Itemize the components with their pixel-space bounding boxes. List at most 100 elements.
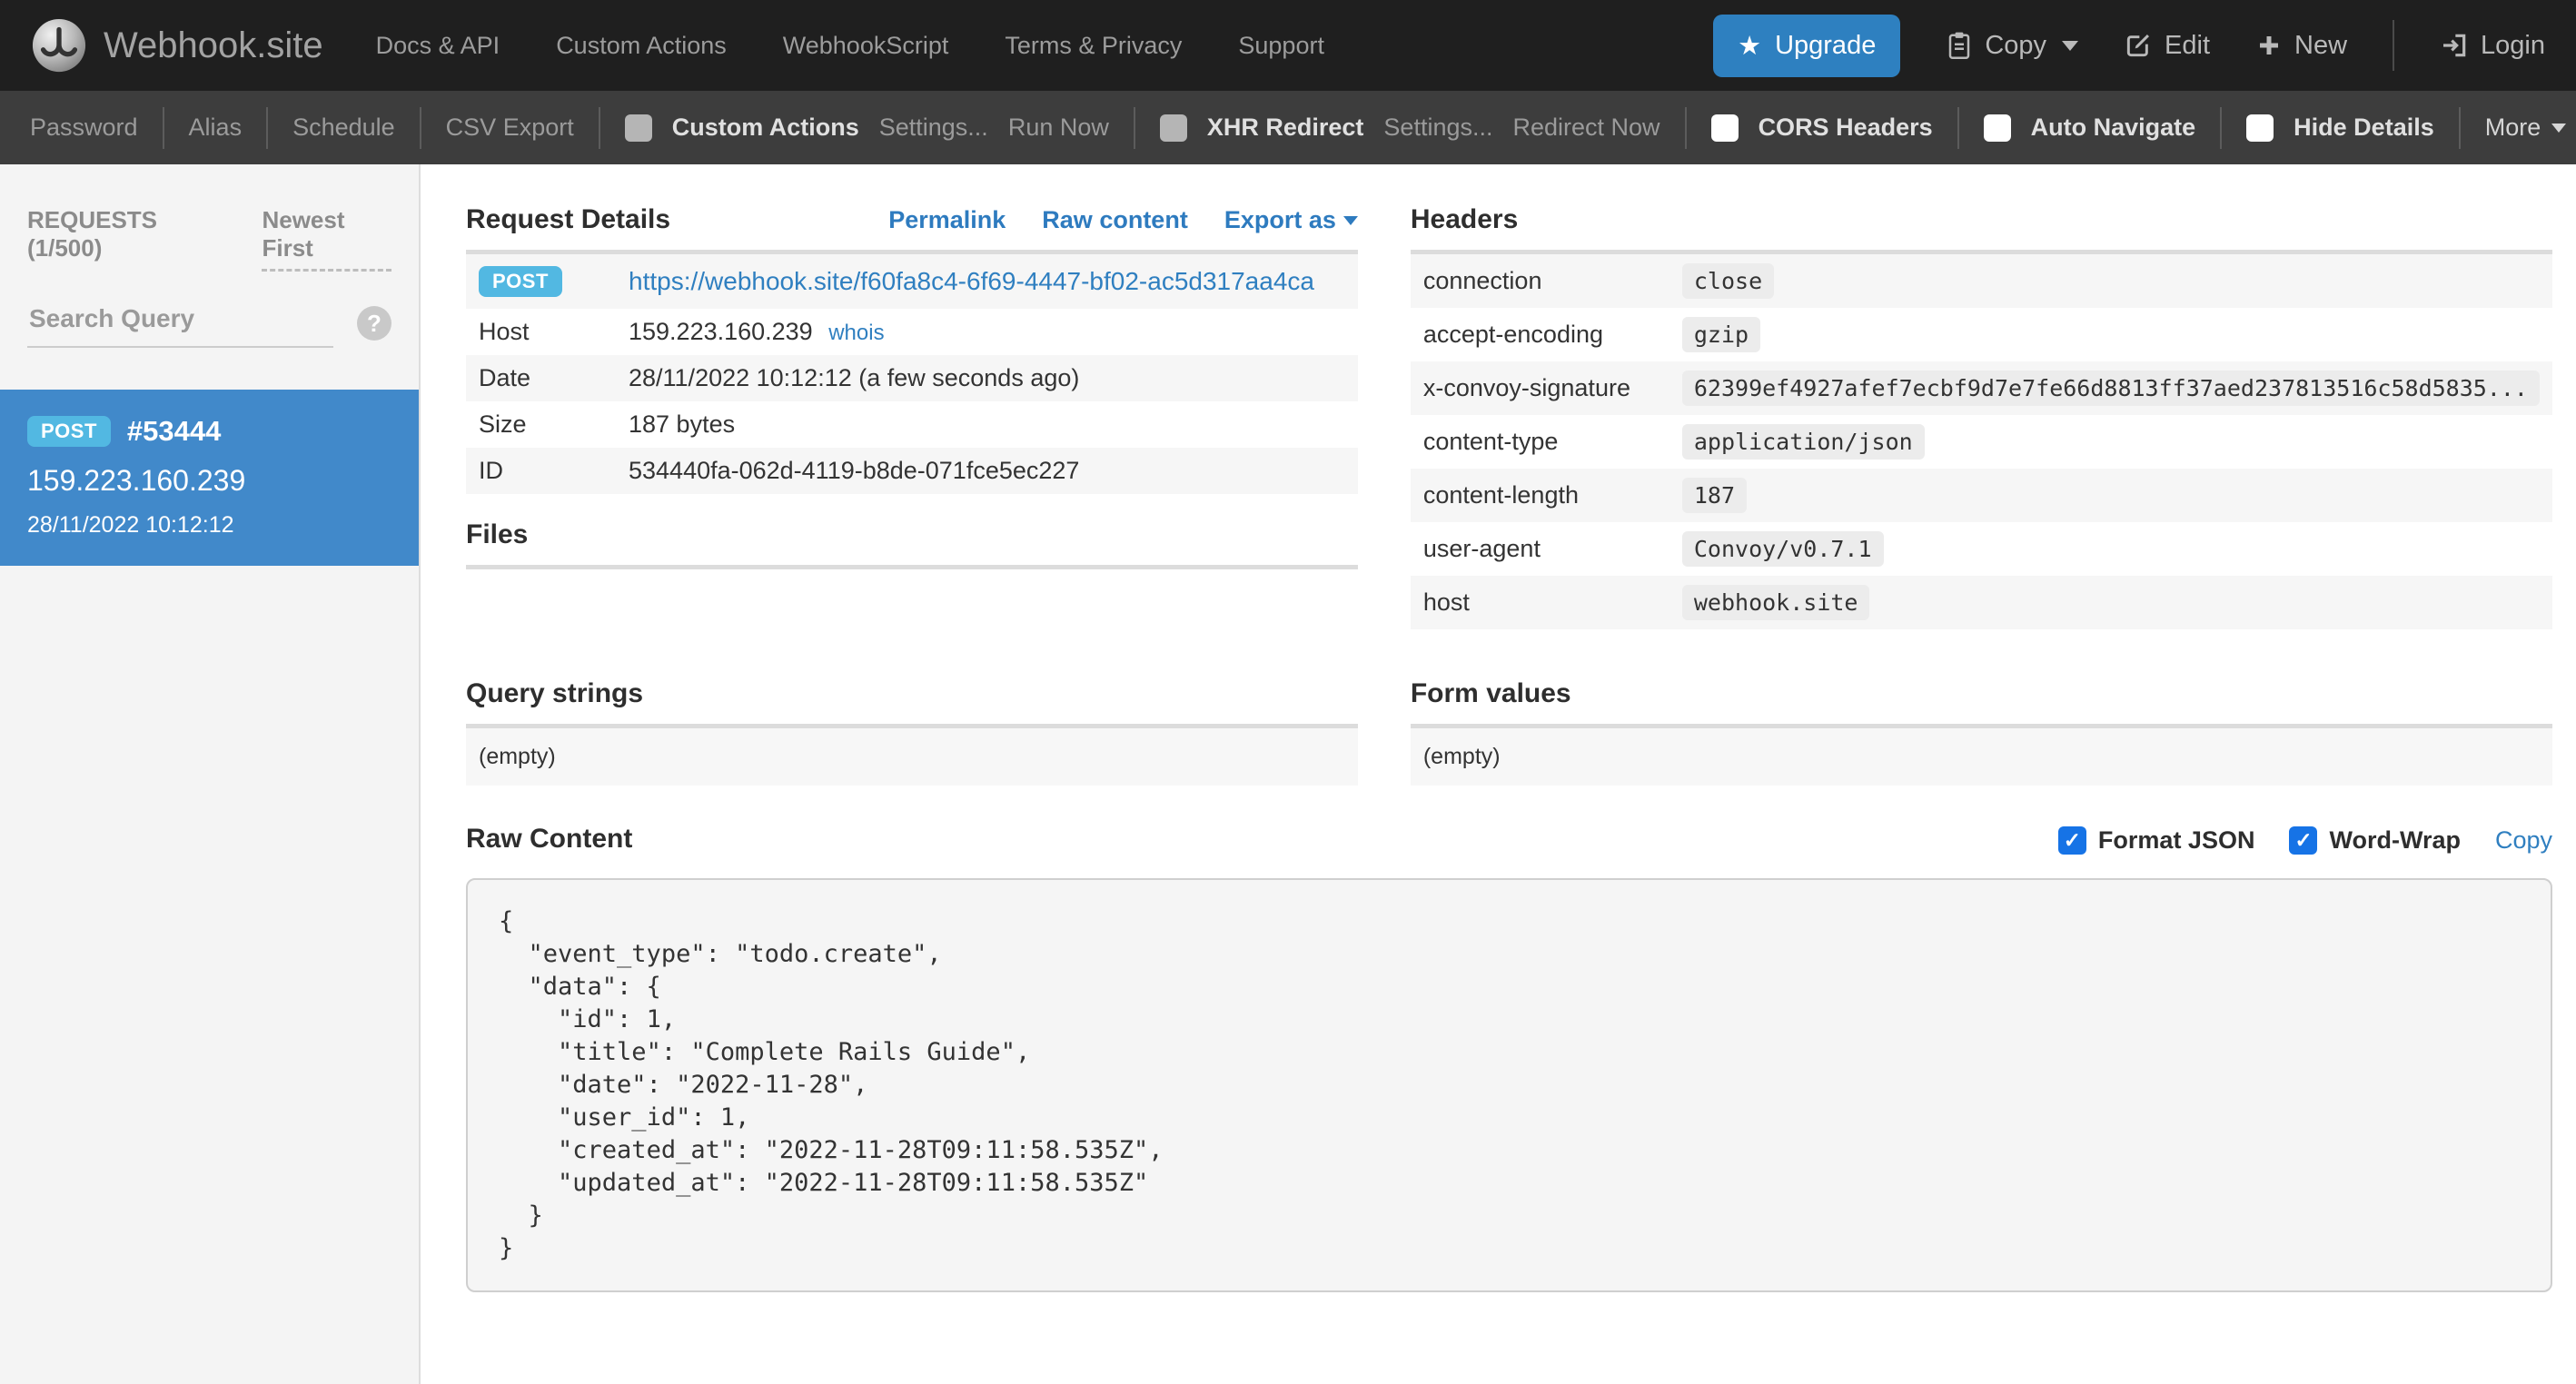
xhr-redirect-group: XHR Redirect Settings... Redirect Now xyxy=(1135,114,1685,142)
table-row-size: Size 187 bytes xyxy=(479,410,736,438)
hide-details-checkbox[interactable] xyxy=(2246,114,2274,142)
host-value: 159.223.160.239 xyxy=(629,318,813,345)
copy-label: Copy xyxy=(1985,30,2047,60)
request-list-item-selected[interactable]: POST #53444 159.223.160.239 28/11/2022 1… xyxy=(0,390,419,566)
header-value: webhook.site xyxy=(1681,585,1870,620)
request-details-title: Request Details xyxy=(466,204,671,234)
webhook-logo-icon xyxy=(32,18,86,73)
chevron-down-icon xyxy=(2551,123,2567,133)
header-row: connection close xyxy=(1410,254,2552,308)
request-detail-panel: Request Details Permalink Raw content Ex… xyxy=(421,164,2576,1384)
header-value: 187 xyxy=(1681,478,1748,513)
method-badge-cell: POST xyxy=(479,266,629,297)
request-url-link[interactable]: https://webhook.site/f60fa8c4-6f69-4447-… xyxy=(629,267,1314,295)
sign-in-icon xyxy=(2443,34,2466,57)
menu-docs-api[interactable]: Docs & API xyxy=(376,32,500,60)
hide-details-group: Hide Details xyxy=(2222,114,2459,142)
request-ip: 159.223.160.239 xyxy=(27,464,246,497)
raw-content-title: Raw Content xyxy=(466,824,633,854)
menu-custom-actions[interactable]: Custom Actions xyxy=(556,32,727,60)
navbar-divider xyxy=(2393,20,2395,71)
xhr-redirect-label: XHR Redirect xyxy=(1206,114,1364,141)
request-details-section: Request Details Permalink Raw content Ex… xyxy=(466,204,1358,629)
brand[interactable]: Webhook.site xyxy=(31,17,323,74)
id-value: 534440fa-062d-4119-b8de-071fce5ec227 xyxy=(629,457,1080,484)
table-row-url: POST https://webhook.site/f60fa8c4-6f69-… xyxy=(466,254,1358,309)
header-value: close xyxy=(1681,263,1775,299)
header-row: user-agent Convoy/v0.7.1 xyxy=(1411,522,2552,576)
upgrade-button[interactable]: ★ Upgrade xyxy=(1713,14,1901,77)
more-label: More xyxy=(2484,114,2541,141)
chevron-down-icon xyxy=(2062,40,2079,51)
header-value: Convoy/v0.7.1 xyxy=(1681,531,1884,567)
permalink-link[interactable]: Permalink xyxy=(888,206,1006,234)
request-datetime: 28/11/2022 10:12:12 xyxy=(27,512,234,538)
xhr-redirect-now[interactable]: Redirect Now xyxy=(1513,114,1660,142)
toolbar-alias[interactable]: Alias xyxy=(164,114,267,142)
custom-actions-label: Custom Actions xyxy=(671,114,859,141)
search-input[interactable] xyxy=(27,299,333,348)
edit-icon xyxy=(2126,35,2150,57)
custom-actions-run-now[interactable]: Run Now xyxy=(1008,114,1109,142)
more-dropdown[interactable]: More xyxy=(2461,114,2576,142)
new-button[interactable]: New xyxy=(2255,31,2347,61)
auto-navigate-label: Auto Navigate xyxy=(2030,114,2196,141)
copy-dropdown[interactable]: Copy xyxy=(1946,30,2079,61)
headers-section: Headers connection close accept-encoding… xyxy=(1410,204,2552,629)
date-value: 28/11/2022 10:12:12 (a few seconds ago) xyxy=(629,364,1080,391)
upgrade-label: Upgrade xyxy=(1775,30,1877,60)
query-strings-empty: (empty) xyxy=(466,728,1358,786)
toolbar-schedule[interactable]: Schedule xyxy=(268,114,420,142)
sort-toggle[interactable]: Newest First xyxy=(262,206,391,272)
header-value: application/json xyxy=(1681,424,1925,460)
query-strings-section: Query strings (empty) xyxy=(466,678,1358,786)
query-strings-title: Query strings xyxy=(466,678,644,708)
export-as-dropdown[interactable]: Export as xyxy=(1224,206,1358,234)
format-json-label: Format JSON xyxy=(2097,826,2255,854)
auto-navigate-group: Auto Navigate xyxy=(1959,114,2221,142)
custom-actions-settings[interactable]: Settings... xyxy=(879,114,988,142)
table-row-date: Date 28/11/2022 10:12:12 (a few seconds … xyxy=(466,355,1358,401)
cors-headers-checkbox[interactable] xyxy=(1710,114,1739,142)
header-row: host webhook.site xyxy=(1410,576,2552,629)
header-row: x-convoy-signature 62399ef4927afef7ecbf9… xyxy=(1410,361,2552,415)
cors-headers-group: CORS Headers xyxy=(1687,114,1957,142)
custom-actions-group: Custom Actions Settings... Run Now xyxy=(600,114,1134,142)
header-row: accept-encoding gzip xyxy=(1411,308,2552,361)
edit-button[interactable]: Edit xyxy=(2124,31,2210,61)
login-button[interactable]: Login xyxy=(2440,31,2545,61)
menu-support[interactable]: Support xyxy=(1238,32,1324,60)
whois-link[interactable]: whois xyxy=(828,321,884,345)
word-wrap-label: Word-Wrap xyxy=(2329,826,2461,854)
method-badge: POST xyxy=(27,416,111,447)
headers-title: Headers xyxy=(1410,204,1519,234)
xhr-redirect-checkbox[interactable] xyxy=(1159,114,1187,142)
menu-terms-privacy[interactable]: Terms & Privacy xyxy=(1005,32,1182,60)
menu-webhookscript[interactable]: WebhookScript xyxy=(783,32,949,60)
toolbar-password[interactable]: Password xyxy=(5,114,163,142)
raw-json-body: { "event_type": "todo.create", "data": {… xyxy=(499,907,1164,1262)
copy-raw-content-link[interactable]: Copy xyxy=(2495,826,2552,855)
auto-navigate-checkbox[interactable] xyxy=(1983,114,2011,142)
word-wrap-toggle[interactable]: ✓ Word-Wrap xyxy=(2289,826,2461,855)
requests-count: REQUESTS (1/500) xyxy=(27,206,158,262)
requests-sidebar: REQUESTS (1/500) Newest First ? POST #53… xyxy=(0,164,421,1384)
format-json-toggle[interactable]: ✓ Format JSON xyxy=(2057,826,2255,855)
method-badge: POST xyxy=(479,266,562,297)
header-value: 62399ef4927afef7ecbf9d7e7fe66d8813ff37ae… xyxy=(1681,371,2540,406)
star-icon: ★ xyxy=(1738,31,1762,61)
xhr-redirect-settings[interactable]: Settings... xyxy=(1383,114,1492,142)
main-menu: Docs & API Custom Actions WebhookScript … xyxy=(376,32,1324,60)
raw-content-link[interactable]: Raw content xyxy=(1042,206,1188,234)
checked-checkbox-icon: ✓ xyxy=(2289,826,2318,855)
toolbar-csv-export[interactable]: CSV Export xyxy=(421,114,599,142)
tools-toolbar: Password Alias Schedule CSV Export Custo… xyxy=(0,91,2576,164)
new-label: New xyxy=(2294,30,2348,60)
custom-actions-checkbox[interactable] xyxy=(624,114,652,142)
header-row: content-type application/json xyxy=(1411,415,2552,469)
raw-content-box: { "event_type": "todo.create", "data": {… xyxy=(466,878,2552,1292)
form-values-section: Form values (empty) xyxy=(1410,678,2552,786)
table-row-host: Host 159.223.160.239 whois xyxy=(479,318,885,345)
search-help-icon[interactable]: ? xyxy=(357,306,391,341)
table-row-id: ID 534440fa-062d-4119-b8de-071fce5ec227 xyxy=(466,448,1358,494)
